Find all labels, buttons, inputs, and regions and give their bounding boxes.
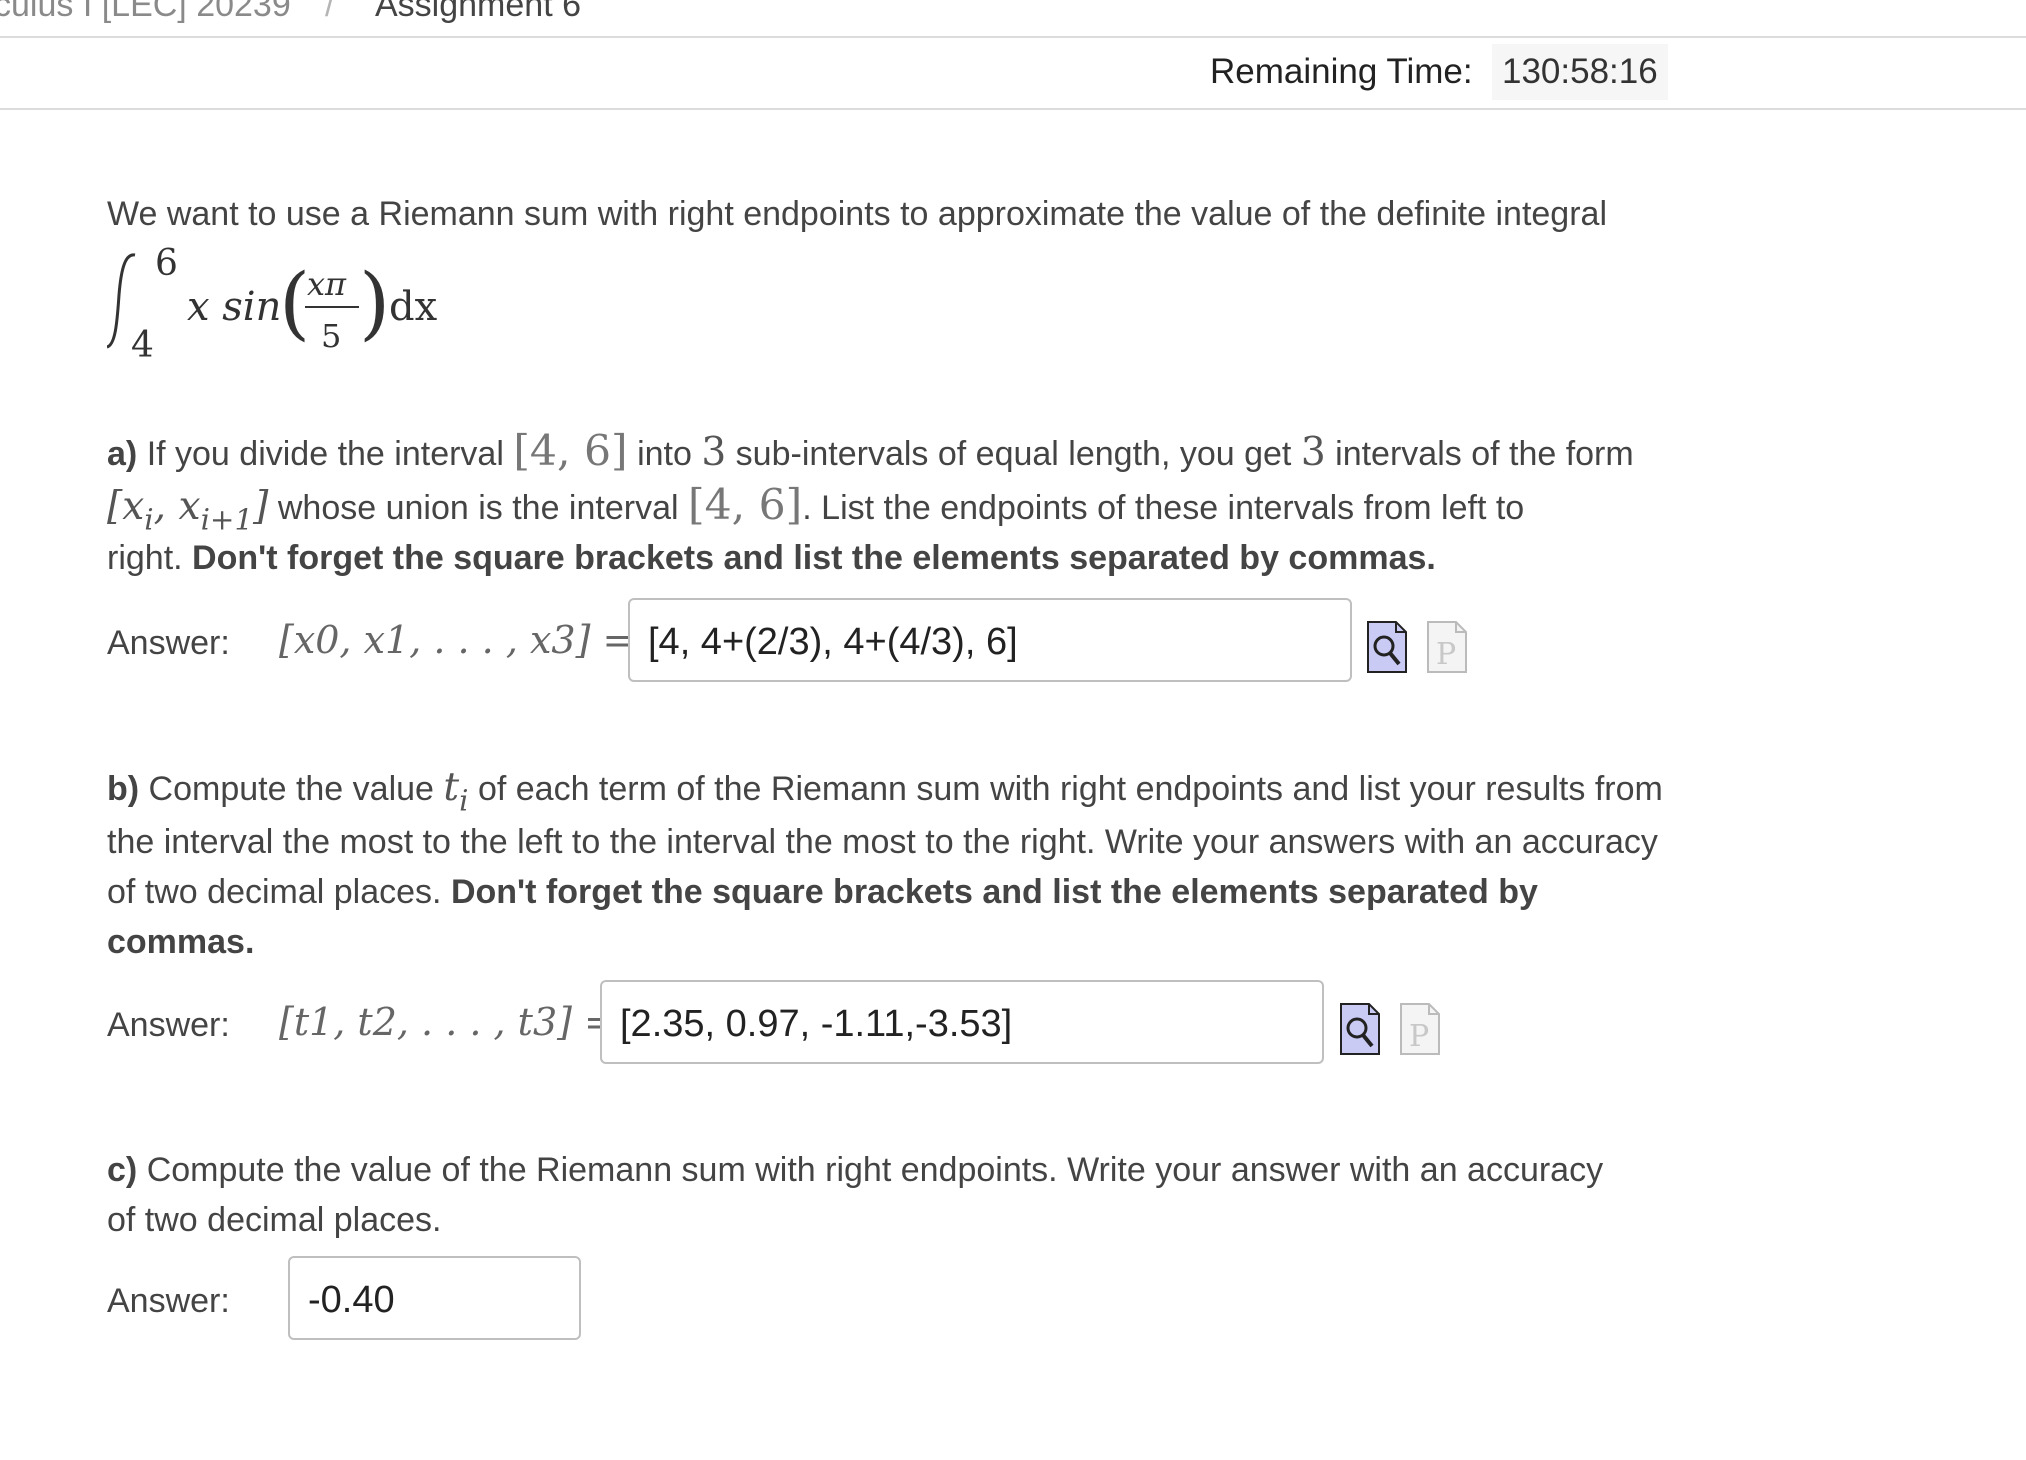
definite-integral: 6 4 x sin ( xπ 5 ) dx — [107, 243, 438, 365]
part-a-marker: a) — [107, 435, 138, 473]
svg-text:(: ( — [279, 256, 310, 349]
integrand-prefix: x sin — [187, 284, 281, 330]
integrand-denominator: 5 — [321, 317, 341, 355]
part-c-line-1: c) Compute the value of the Riemann sum … — [107, 1151, 1604, 1189]
subinterval-count: 3 — [701, 430, 727, 475]
interval-math-2: [4, 6] — [688, 481, 803, 530]
integral-differential: dx — [389, 284, 438, 330]
part-b-line-2: the interval the most to the left to the… — [107, 823, 1658, 861]
part-c-answer-input[interactable]: -0.40 — [288, 1256, 581, 1340]
integral-upper-limit: 6 — [155, 243, 178, 284]
ti-math: ti — [443, 765, 469, 818]
part-b-instruction: Don't forget the square brackets and lis… — [450, 873, 1538, 911]
part-c-answer-label: Answer: — [107, 1282, 230, 1320]
part-c-line-2: of two decimal places. — [107, 1201, 442, 1239]
svg-text:): ) — [359, 256, 390, 349]
part-b-answer-label: Answer: — [107, 1006, 230, 1044]
part-a-line-3: right. Don't forget the square brackets … — [107, 539, 1436, 577]
part-b-marker: b) — [107, 770, 140, 808]
integrand-numerator: xπ — [307, 265, 347, 303]
interval-form-math: [xi, xi+1] — [107, 484, 269, 537]
part-a-answer-label: Answer: — [107, 624, 230, 662]
breadcrumb: culus I [LEC] 20239 / Assignment 6 — [0, 0, 2026, 38]
formula-editor-icon[interactable]: P — [1399, 1002, 1441, 1056]
svg-text:P: P — [1409, 1019, 1429, 1054]
interval-math: [4, 6] — [513, 427, 628, 476]
part-a-line-1: a) If you divide the interval [4, 6] int… — [107, 427, 1634, 476]
part-b-answer-input[interactable]: [2.35, 0.97, -1.11,-3.53] — [600, 980, 1324, 1064]
part-c-marker: c) — [107, 1151, 138, 1189]
formula-editor-icon[interactable]: P — [1426, 620, 1468, 674]
timer-bar: Remaining Time: 130:58:16 — [0, 36, 2026, 110]
breadcrumb-separator: / — [325, 0, 335, 24]
svg-text:P: P — [1436, 637, 1456, 672]
preview-magnifier-icon[interactable] — [1366, 620, 1408, 674]
breadcrumb-assignment: Assignment 6 — [375, 0, 581, 24]
remaining-time-value: 130:58:16 — [1492, 44, 1668, 100]
part-b-line-4: commas. — [107, 923, 255, 961]
part-a-answer-input[interactable]: [4, 4+(2/3), 4+(4/3), 6] — [628, 598, 1352, 682]
breadcrumb-course-link[interactable]: culus I [LEC] 20239 — [0, 0, 291, 25]
subinterval-count-2: 3 — [1300, 430, 1326, 475]
integral-lower-limit: 4 — [131, 325, 154, 365]
preview-magnifier-icon[interactable] — [1339, 1002, 1381, 1056]
remaining-time-label: Remaining Time: — [1210, 52, 1473, 91]
part-a-answer-lhs: [x0, x1, . . . , x3] = — [279, 618, 635, 662]
part-b-answer-lhs: [t1, t2, . . . , t3] = — [279, 1000, 616, 1044]
part-a-instruction: Don't forget the square brackets and lis… — [192, 539, 1436, 577]
part-b-line-3: of two decimal places. Don't forget the … — [107, 873, 1538, 911]
intro-text: We want to use a Riemann sum with right … — [107, 195, 1608, 233]
